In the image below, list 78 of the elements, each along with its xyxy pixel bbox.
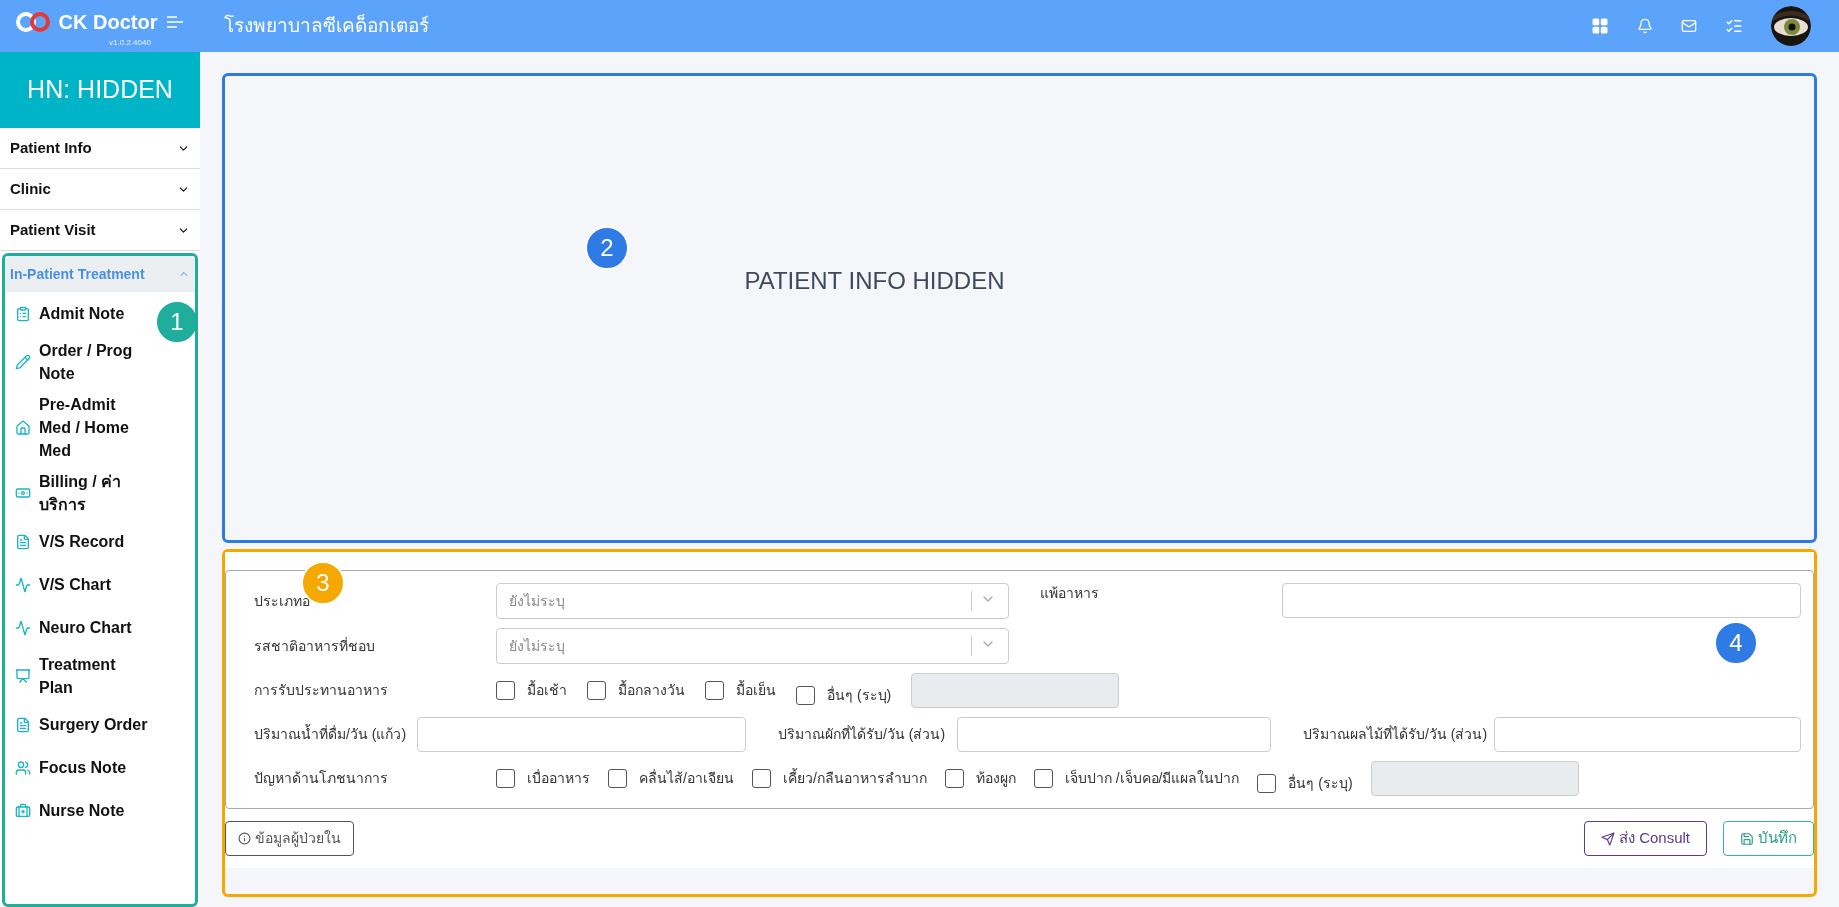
checkbox-label: มื้อเย็น <box>736 680 776 700</box>
hospital-name: โรงพยาบาลซีเคด็อกเตอร์ <box>224 13 429 38</box>
checkbox[interactable] <box>1257 774 1277 793</box>
field-label: ปริมาณผักที่ได้รับ/วัน (ส่วน) <box>778 724 947 744</box>
consult-button[interactable]: ส่ง Consult <box>1583 821 1707 856</box>
send-icon <box>1600 831 1615 846</box>
people-icon <box>15 759 31 776</box>
select-field[interactable]: ยังไม่ระบุ <box>496 628 1009 664</box>
quantity-input[interactable] <box>417 717 746 752</box>
checkbox[interactable] <box>496 769 515 788</box>
checkbox-label: เบื่ออาหาร <box>527 768 590 788</box>
field-label: รสชาติอาหารที่ชอบ <box>254 636 376 656</box>
patient-info-button[interactable]: ข้อมูลผู้ป่วยใน <box>225 821 354 856</box>
checkbox[interactable] <box>1033 769 1053 788</box>
checkbox[interactable] <box>608 769 627 788</box>
info-icon <box>238 832 251 845</box>
checklist-icon[interactable] <box>1725 17 1743 35</box>
app-name: CK Doctor <box>58 10 158 35</box>
clipboard-icon <box>15 305 31 322</box>
field-label: การรับประทานอาหาร <box>254 681 389 700</box>
document-icon <box>15 716 31 733</box>
version-text: v1.0.2.4040 <box>109 37 151 49</box>
sidebar-item[interactable]: Pre-Admit Med / Home Med <box>5 389 155 466</box>
field-label: แพ้อาหาร <box>1040 584 1100 603</box>
sidebar-item[interactable]: Neuro Chart <box>5 606 136 649</box>
notification-icon[interactable] <box>1637 18 1653 34</box>
document-icon <box>15 533 31 550</box>
annotation-marker: 2 <box>585 226 629 270</box>
sidebar-item[interactable]: Treatment Plan <box>5 649 155 703</box>
sidebar-item[interactable]: Order / Prog Note <box>5 335 155 389</box>
quantity-input[interactable] <box>957 717 1271 752</box>
annotation-marker: 1 <box>155 300 195 344</box>
pencil-icon <box>15 354 31 370</box>
checkbox[interactable] <box>705 681 724 700</box>
checkbox[interactable] <box>944 769 964 788</box>
field-label: ปัญหาด้านโภชนาการ <box>254 769 389 788</box>
presentation-icon <box>15 668 31 684</box>
checkbox[interactable] <box>796 686 815 705</box>
checkbox-label: มื้อกลางวัน <box>618 680 685 700</box>
checkbox[interactable] <box>496 681 515 700</box>
save-icon <box>1740 831 1754 846</box>
field-label: ปริมาณน้ำที่ดื่ม/วัน (แก้ว) <box>254 724 408 744</box>
banknote-icon <box>15 485 31 501</box>
sidebar-section[interactable]: Patient Info <box>0 128 200 169</box>
checkbox-label: เจ็บปาก /เจ็บคอ/มีแผลในปาก <box>1064 768 1240 788</box>
checkbox-label: อื่นๆ (ระบุ) <box>1288 773 1353 794</box>
pulse-icon <box>15 619 31 636</box>
checkbox-label: มื้อเช้า <box>527 680 567 700</box>
medical-kit-icon <box>15 802 31 819</box>
house-icon <box>15 419 31 436</box>
field-label: ประเภทอ <box>254 591 311 611</box>
checkbox-label: เคี้ยว/กลืนอาหารลำบาก <box>782 768 927 788</box>
field-label: ปริมาณผลไม้ที่ได้รับ/วัน (ส่วน) <box>1303 724 1489 744</box>
save-button[interactable]: บันทึก <box>1723 821 1814 856</box>
sidebar-section[interactable]: Patient Visit <box>0 210 200 251</box>
hn-banner: HN: HIDDEN <box>0 52 200 128</box>
checkbox-label: ท้องผูก <box>975 769 1016 789</box>
annotation-marker: 4 <box>1714 621 1758 665</box>
sidebar-item[interactable]: Billing / ค่าบริการ <box>5 466 155 520</box>
sidebar-item[interactable]: V/S Chart <box>5 563 115 606</box>
mail-icon[interactable] <box>1681 18 1697 34</box>
checkbox-label: อื่นๆ (ระบุ) <box>827 685 892 706</box>
allergy-input[interactable] <box>1282 583 1801 618</box>
select-field[interactable]: ยังไม่ระบุ <box>496 583 1009 619</box>
quantity-input[interactable] <box>1494 717 1801 752</box>
sidebar-item[interactable]: V/S Record <box>5 520 129 563</box>
pulse-icon <box>15 576 31 593</box>
sidebar-section[interactable]: Clinic <box>0 169 200 210</box>
sidebar-item[interactable]: Nurse Note <box>5 789 129 832</box>
checkbox[interactable] <box>587 681 606 700</box>
checkbox[interactable] <box>751 769 771 788</box>
apps-grid-icon[interactable] <box>1591 17 1609 35</box>
sidebar-item[interactable]: Surgery Order <box>5 703 152 746</box>
logo-icon <box>14 11 51 33</box>
checkbox-label: คลื่นไส้/อาเจียน <box>639 768 734 788</box>
sidebar-item[interactable]: Admit Note <box>5 292 129 335</box>
sidebar-item[interactable]: Focus Note <box>5 746 131 789</box>
patient-info-hidden-text: PATIENT INFO HIDDEN <box>744 265 1005 296</box>
